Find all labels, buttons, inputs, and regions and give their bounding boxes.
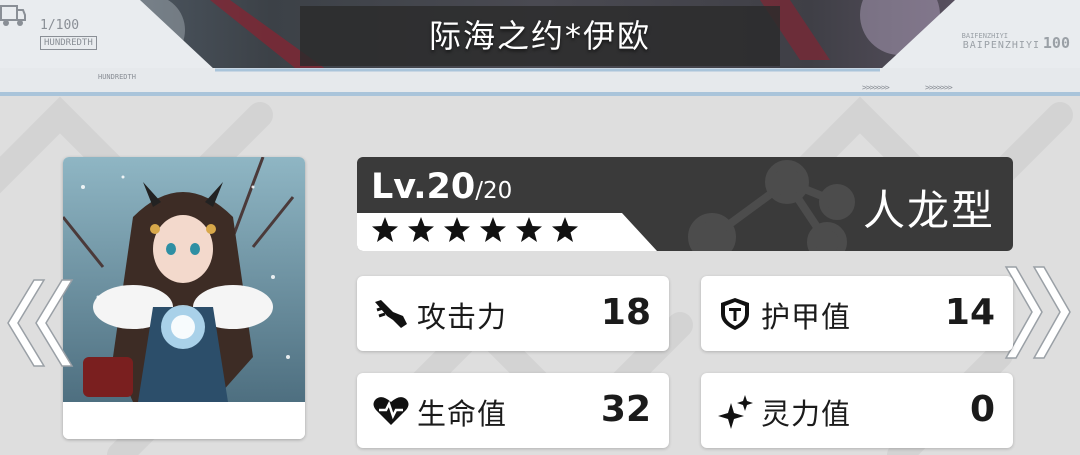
max-level: /20 [475,178,513,204]
header-fraction: 1/100 [40,18,80,33]
attack-icon [375,300,407,328]
stat-label-spirit: 灵力值 [761,397,852,431]
page-title: 际海之约*伊欧 [428,17,651,55]
level-panel: Lv.20/20 人龙型 [357,157,1013,251]
star-icon [480,217,506,242]
stat-value-spirit: 0 [969,389,995,430]
stat-card-spirit: 灵力值 0 [701,373,1013,448]
header-chevrons-2: >>>>>>> [925,83,953,92]
level-display: Lv.20/20 [371,167,512,207]
header-right-big: BAIPENZHIYI [962,40,1040,51]
armor-shield-icon [721,298,749,330]
character-portrait-card[interactable] [63,157,305,439]
heart-icon [373,397,409,425]
star-icon [372,217,398,242]
header-chevrons: >>>>>>> [862,83,890,92]
header-banner: 1/100 HUNDREDTH HUNDREDTH 际海之约*伊欧 BAIFEN… [0,0,1080,100]
star-icon [552,217,578,242]
star-icon [408,217,434,242]
header-right-number: 100 [1042,34,1070,52]
truck-icon [0,5,26,26]
next-character-arrow-icon[interactable] [1004,265,1074,360]
stat-card-attack: 攻击力 18 [357,276,669,351]
current-level: Lv.20 [371,167,476,207]
stat-value-attack: 18 [600,292,651,333]
star-icon [444,217,470,242]
header-small-text: HUNDREDTH [98,73,136,81]
stat-card-armor: 护甲值 14 [701,276,1013,351]
header-right-small: BAIFENZHIYI [961,32,1008,40]
previous-character-arrow-icon[interactable] [4,278,74,368]
star-rating [371,216,579,244]
stat-label-health: 生命值 [417,397,508,431]
character-type: 人龙型 [862,186,995,235]
stat-value-armor: 14 [944,292,995,333]
header-badge: HUNDREDTH [40,36,97,50]
stat-value-health: 32 [600,389,651,430]
character-portrait [63,157,305,439]
stat-label-attack: 攻击力 [417,300,508,334]
stat-card-health: 生命值 32 [357,373,669,448]
stat-label-armor: 护甲值 [761,300,852,334]
star-icon [516,217,542,242]
sparkle-icon [718,395,753,429]
